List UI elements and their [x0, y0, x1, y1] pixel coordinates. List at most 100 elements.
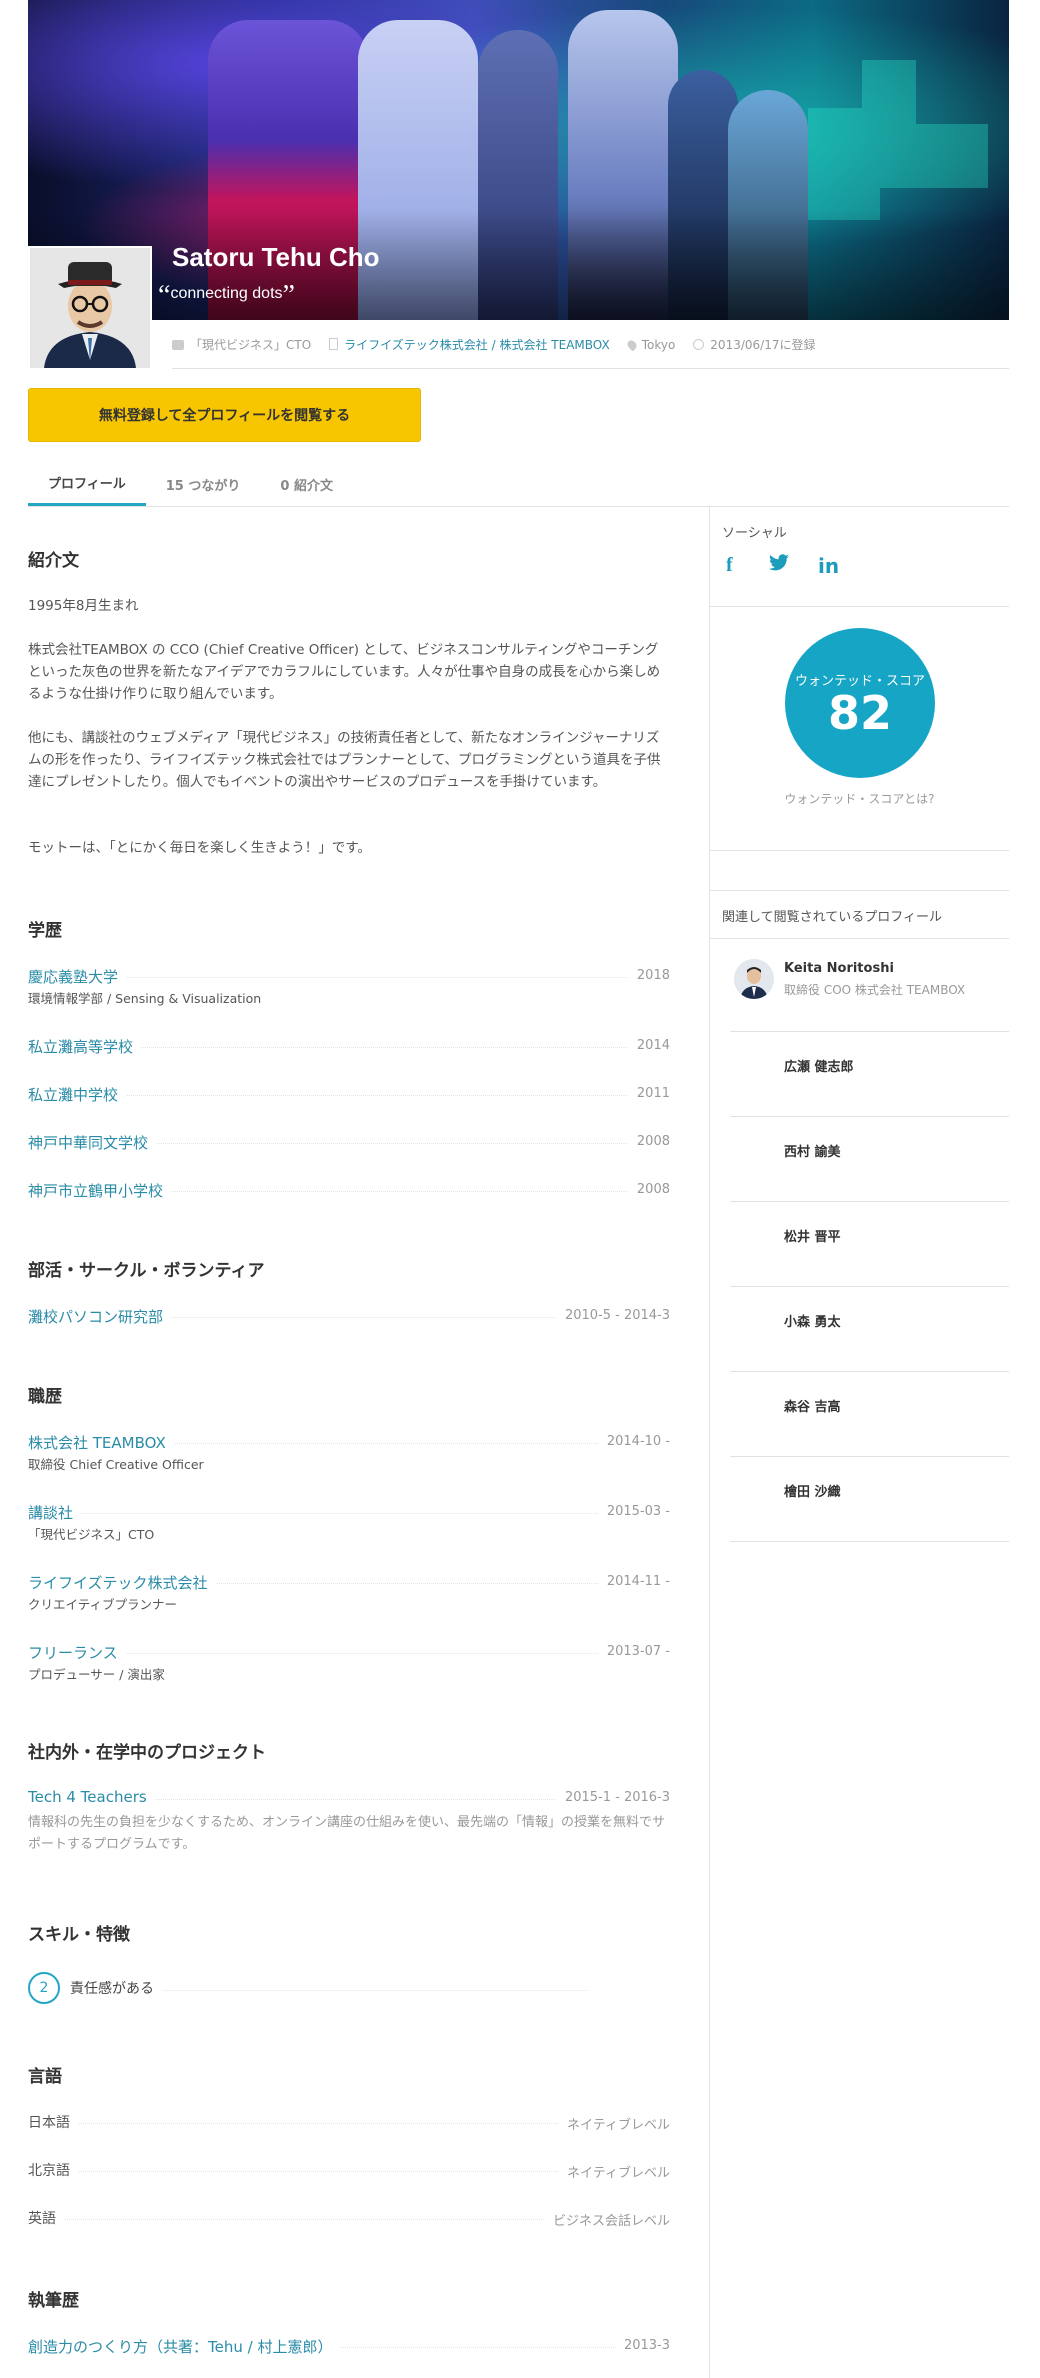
register-cta-button[interactable]: 無料登録して全プロフィールを閲覧する: [28, 388, 421, 442]
club-period: 2010-5 - 2014-3: [556, 1308, 670, 1323]
language-level: ビジネス会話レベル: [544, 2210, 670, 2229]
intro-paragraph: 1995年8月生まれ: [28, 598, 139, 614]
linkedin-icon[interactable]: in: [818, 554, 839, 578]
intro-paragraph: 他にも、講談社のウェブメディア「現代ビジネス」の技術責任者として、新たなオンライ…: [28, 730, 661, 790]
meta-position: 「現代ビジネス」CTO: [172, 336, 311, 353]
education-school-link[interactable]: 慶応義塾大学: [28, 966, 127, 987]
project-period: 2015-1 - 2016-3: [556, 1790, 670, 1805]
meta-registered-text: 2013/06/17に登録: [710, 338, 816, 352]
career-company-link[interactable]: フリーランス: [28, 1642, 126, 1663]
related-name[interactable]: 松井 晋平: [784, 1226, 841, 1245]
education-year: 2008: [628, 1134, 670, 1149]
education-year: 2018: [628, 968, 670, 983]
section-title-education: 学歴: [28, 921, 62, 941]
career-role: クリエイティブプランナー: [28, 1597, 178, 1612]
education-year: 2011: [628, 1086, 670, 1101]
building-icon: [329, 338, 339, 350]
career-role: プロデューサー / 演出家: [28, 1667, 165, 1682]
language-name: 日本語: [28, 2112, 78, 2132]
tab-profile[interactable]: プロフィール: [28, 462, 146, 506]
career-role: 「現代ビジネス」CTO: [28, 1527, 155, 1542]
related-avatar: [734, 959, 774, 999]
meta-company-link[interactable]: ライフイズテック株式会社 / 株式会社 TEAMBOX: [344, 338, 610, 352]
club-link[interactable]: 灘校パソコン研究部: [28, 1306, 172, 1327]
meta-location: Tokyo: [625, 337, 676, 352]
language-name: 北京語: [28, 2160, 78, 2180]
related-profile[interactable]: 小森 勇太: [730, 1287, 1009, 1372]
related-name[interactable]: Keita Noritoshi: [784, 961, 894, 976]
score-info-link[interactable]: ウォンテッド・スコアとは?: [710, 790, 1009, 807]
section-title-projects: 社内外・在学中のプロジェクト: [28, 1743, 266, 1763]
score-value: 82: [827, 686, 892, 740]
related-profile[interactable]: 広瀬 健志郎: [730, 1032, 1009, 1117]
writing-date: 2013-3: [615, 2338, 670, 2353]
section-title-career: 職歴: [28, 1387, 62, 1407]
column-divider: [709, 506, 710, 2378]
related-profile[interactable]: 西村 諭美: [730, 1117, 1009, 1202]
profile-tagline: “connecting dots”: [158, 280, 295, 312]
related-heading: 関連して閲覧されているプロフィール: [722, 910, 942, 925]
related-divider-top: [710, 890, 1009, 891]
related-name[interactable]: 西村 諭美: [784, 1141, 841, 1160]
meta-position-text: 「現代ビジネス」CTO: [190, 338, 312, 352]
writing-link[interactable]: 創造力のつくり方（共著：Tehu / 村上憲郎）: [28, 2336, 341, 2357]
related-name[interactable]: 広瀬 健志郎: [784, 1056, 854, 1075]
project-link[interactable]: Tech 4 Teachers: [28, 1788, 155, 1806]
section-title-intro: 紹介文: [28, 551, 79, 571]
intro-paragraph: 株式会社TEAMBOX の CCO (Chief Creative Office…: [28, 642, 661, 702]
meta-divider: [172, 368, 1009, 369]
related-subtitle: 取締役 COO 株式会社 TEAMBOX: [784, 983, 966, 997]
career-period: 2014-10 -: [598, 1434, 670, 1449]
related-profile[interactable]: 檜田 沙織: [730, 1457, 1009, 1542]
quote-close-mark: ”: [282, 280, 295, 311]
profile-meta: 「現代ビジネス」CTO ライフイズテック株式会社 / 株式会社 TEAMBOX …: [172, 336, 815, 353]
tab-connections[interactable]: 15 つながり: [146, 462, 261, 506]
project-description: 情報科の先生の負担を少なくするため、オンライン講座の仕組みを使い、最先端の「情報…: [28, 1815, 666, 1852]
career-period: 2014-11 -: [598, 1574, 670, 1589]
section-title-clubs: 部活・サークル・ボランティア: [28, 1261, 265, 1281]
clock-icon: [693, 339, 705, 350]
related-name[interactable]: 小森 勇太: [784, 1311, 841, 1330]
tabs-divider: [28, 506, 1009, 507]
section-title-writing: 執筆歴: [28, 2291, 79, 2311]
education-school-link[interactable]: 私立灘中学校: [28, 1084, 127, 1105]
education-school-link[interactable]: 神戸市立鶴甲小学校: [28, 1180, 172, 1201]
language-name: 英語: [28, 2208, 64, 2228]
related-profile[interactable]: 松井 晋平: [730, 1202, 1009, 1287]
wanted-score-badge: ウォンテッド・スコア 82: [785, 628, 935, 778]
profile-tabs: プロフィール 15 つながり 0 紹介文: [28, 462, 353, 506]
facebook-icon[interactable]: f: [726, 554, 733, 577]
intro-paragraph: モットーは、「とにかく毎日を楽しく生きよう！」です。: [28, 840, 371, 856]
language-level: ネイティブレベル: [559, 2162, 670, 2181]
related-name[interactable]: 檜田 沙織: [784, 1481, 841, 1500]
career-period: 2015-03 -: [598, 1504, 670, 1519]
career-company-link[interactable]: ライフイズテック株式会社: [28, 1572, 216, 1593]
location-pin-icon: [625, 338, 639, 351]
section-title-skills: スキル・特徴: [28, 1925, 130, 1945]
career-company-link[interactable]: 株式会社 TEAMBOX: [28, 1432, 174, 1453]
related-profile[interactable]: 森谷 吉高: [730, 1372, 1009, 1457]
social-label: ソーシャル: [722, 526, 787, 541]
tab-recommendations[interactable]: 0 紹介文: [260, 462, 353, 506]
education-school-link[interactable]: 私立灘高等学校: [28, 1036, 142, 1057]
education-detail: 環境情報学部 / Sensing & Visualization: [28, 991, 262, 1006]
career-company-link[interactable]: 講談社: [28, 1502, 82, 1523]
quote-open-mark: “: [158, 280, 171, 311]
meta-location-text: Tokyo: [641, 337, 676, 352]
meta-registered: 2013/06/17に登録: [693, 336, 815, 353]
tagline-text: connecting dots: [170, 285, 283, 302]
related-heading-divider: [710, 938, 1009, 939]
meta-company[interactable]: ライフイズテック株式会社 / 株式会社 TEAMBOX: [329, 336, 610, 353]
related-profile[interactable]: Keita Noritoshi 取締役 COO 株式会社 TEAMBOX: [730, 947, 1009, 1032]
education-school-link[interactable]: 神戸中華同文学校: [28, 1132, 157, 1153]
section-title-languages: 言語: [28, 2067, 62, 2087]
avatar: [28, 246, 152, 370]
social-divider: [710, 606, 1009, 607]
skill-endorse-count[interactable]: 2: [28, 1972, 60, 2004]
education-year: 2008: [628, 1182, 670, 1197]
skill-label: 責任感がある: [70, 1978, 162, 1998]
related-name[interactable]: 森谷 吉高: [784, 1396, 841, 1415]
twitter-icon[interactable]: [768, 554, 790, 577]
language-level: ネイティブレベル: [559, 2114, 670, 2133]
profile-name: Satoru Tehu Cho: [172, 242, 380, 272]
